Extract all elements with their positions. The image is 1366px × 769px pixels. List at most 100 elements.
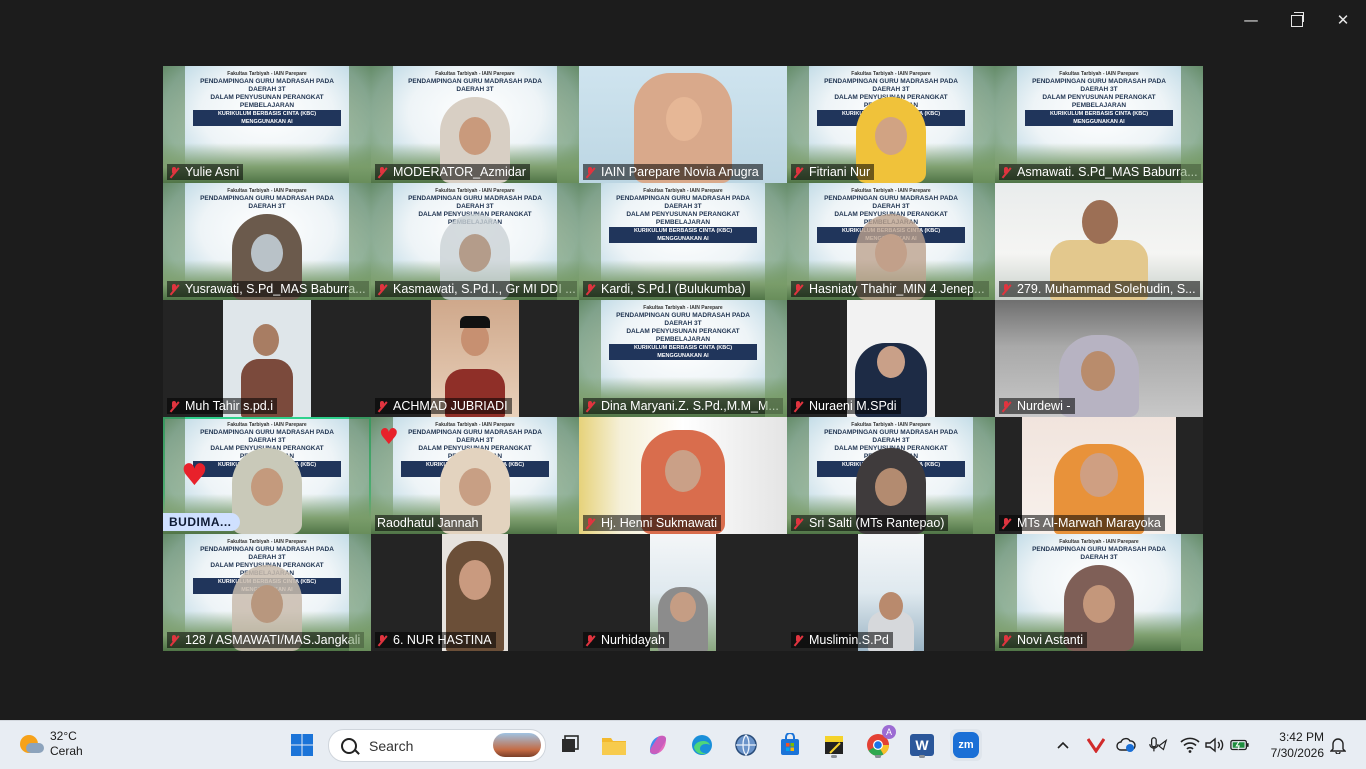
participant-tile[interactable]: ACHMAD JUBRIADI [371,300,579,417]
taskbar-search-box[interactable]: Search [328,729,546,762]
participant-name-label: MTs Al-Marwah Marayoka [999,515,1165,531]
mic-muted-icon [793,400,803,412]
participant-name: Hasniaty Thahir_MIN 4 Jenep... [809,282,985,296]
participant-tile[interactable]: Nurdewi - [995,300,1203,417]
participant-name: MTs Al-Marwah Marayoka [1017,516,1161,530]
participant-tile[interactable]: Nuraeni M.SPdi [787,300,995,417]
speaker-icon [1205,737,1224,753]
banner-line: PENDAMPINGAN GURU MADRASAH PADA DAERAH 3… [616,195,750,210]
participant-name-label: Raodhatul Jannah [375,515,483,531]
participant-tile[interactable]: Fakultas Tarbiyah - IAIN Parepare PENDAM… [995,66,1203,183]
participant-tile[interactable]: Fakultas Tarbiyah - IAIN Parepare PENDAM… [787,183,995,300]
chrome-browser-button[interactable]: A [862,725,896,761]
partly-sunny-icon [18,731,44,757]
file-explorer-button[interactable] [598,729,630,761]
participant-name: Raodhatul Jannah [377,516,479,530]
wifi-tray-button[interactable] [1180,735,1200,755]
banner-line: KURIKULUM BERBASIS CINTA (KBC) MENGGUNAK… [193,110,341,126]
mic-muted-icon [793,166,803,178]
running-indicator-active [958,755,974,758]
participant-tile[interactable]: Fakultas Tarbiyah - IAIN Parepare PENDAM… [371,66,579,183]
participant-tile[interactable]: IAIN Parepare Novia Anugra [579,66,787,183]
participant-tile[interactable]: Muslimin.S.Pd [787,534,995,651]
participant-tile[interactable]: Nurhidayah [579,534,787,651]
restore-button[interactable] [1285,8,1309,32]
banner-line: KURIKULUM BERBASIS CINTA (KBC) MENGGUNAK… [609,344,757,360]
mic-muted-icon [377,166,387,178]
mic-muted-icon [1001,166,1011,178]
participant-name: Novi Astanti [1017,633,1084,647]
participant-tile[interactable]: Fakultas Tarbiyah - IAIN Parepare PENDAM… [579,183,787,300]
word-button[interactable]: W [906,729,938,761]
copilot-button[interactable] [642,729,674,761]
participant-tile[interactable]: Fakultas Tarbiyah - IAIN Parepare PENDAM… [371,183,579,300]
notifications-button[interactable] [1328,735,1348,755]
clock-time: 3:42 PM [1279,730,1324,744]
minimize-button[interactable]: — [1239,8,1263,32]
participant-tile[interactable]: Fakultas Tarbiyah - IAIN Parepare PENDAM… [163,66,371,183]
mic-muted-icon [1001,634,1011,646]
participant-tile[interactable]: Hj. Henni Sukmawati [579,417,787,534]
weather-widget[interactable]: 32°C Cerah [18,729,83,759]
participant-name-label: Novi Astanti [999,632,1088,648]
participant-name: Dina Maryani.Z. S.Pd.,M.M_M... [601,399,779,413]
sticky-notes-icon [825,736,843,754]
meeting-banner: Fakultas Tarbiyah - IAIN Parepare PENDAM… [193,70,341,126]
participant-name-label: 6. NUR HASTINA [375,632,496,648]
mic-muted-icon [585,400,595,412]
participant-tile-active-speaker[interactable]: Fakultas Tarbiyah - IAIN Parepare PENDAM… [163,417,371,534]
participant-tile[interactable]: 279. Muhammad Solehudin, S... [995,183,1203,300]
show-hidden-icons-button[interactable] [1053,735,1073,755]
participant-name-label: 128 / ASMAWATI/MAS.Jangkali [167,632,365,648]
wifi-icon [1180,737,1200,753]
banner-line: Fakultas Tarbiyah - IAIN Parepare [227,71,307,77]
banner-line: Fakultas Tarbiyah - IAIN Parepare [435,188,515,194]
participant-name: Nurhidayah [601,633,665,647]
banner-line: Fakultas Tarbiyah - IAIN Parepare [851,422,931,428]
participant-tile[interactable]: Fakultas Tarbiyah - IAIN Parepare PENDAM… [371,417,579,534]
volume-tray-button[interactable] [1204,735,1224,755]
start-button[interactable] [286,729,318,761]
task-view-button[interactable] [554,729,586,761]
restore-icon [1291,11,1304,27]
participant-name: MODERATOR_Azmidar [393,165,526,179]
cloud-sync-tray-button[interactable] [1116,735,1136,755]
participant-name-label: Muslimin.S.Pd [791,632,893,648]
participant-name-label: Muh Tahir s.pd.i [167,398,278,414]
close-button[interactable]: ✕ [1331,8,1355,32]
windows-taskbar: 32°C Cerah Search A W zm 3:42 PM 7/30/20… [0,720,1366,769]
participant-tile[interactable]: 6. NUR HASTINA [371,534,579,651]
battery-tray-button[interactable] [1230,735,1250,755]
banner-line: Fakultas Tarbiyah - IAIN Parepare [227,539,307,545]
microphone-tray-button[interactable] [1148,735,1168,755]
microsoft-store-button[interactable] [774,729,806,761]
edge-browser-button[interactable] [686,729,718,761]
participant-tile[interactable]: MTs Al-Marwah Marayoka [995,417,1203,534]
meeting-banner: Fakultas Tarbiyah - IAIN Parepare PENDAM… [609,304,757,360]
sticky-notes-button[interactable] [818,729,850,761]
banner-line: Fakultas Tarbiyah - IAIN Parepare [643,305,723,311]
notification-bell-icon [1330,738,1346,754]
participant-tile[interactable]: Fakultas Tarbiyah - IAIN Parepare PENDAM… [787,66,995,183]
world-clock-app-button[interactable] [730,729,762,761]
copilot-icon [650,735,666,755]
meeting-banner: Fakultas Tarbiyah - IAIN Parepare PENDAM… [193,187,341,211]
banner-line: Fakultas Tarbiyah - IAIN Parepare [643,188,723,194]
participant-name-label: Yulie Asni [167,164,244,180]
participant-tile[interactable]: Fakultas Tarbiyah - IAIN Parepare PENDAM… [787,417,995,534]
participant-tile[interactable]: Fakultas Tarbiyah - IAIN Parepare PENDAM… [995,534,1203,651]
system-clock[interactable]: 3:42 PM 7/30/2026 [1262,729,1324,761]
participant-tile[interactable]: Fakultas Tarbiyah - IAIN Parepare PENDAM… [579,300,787,417]
banner-line: Fakultas Tarbiyah - IAIN Parepare [227,422,307,428]
participant-tile[interactable]: Fakultas Tarbiyah - IAIN Parepare PENDAM… [163,183,371,300]
participant-tile[interactable]: Muh Tahir s.pd.i [163,300,371,417]
banner-line: PENDAMPINGAN GURU MADRASAH PADA DAERAH 3… [408,195,542,210]
participant-name-label: Dina Maryani.Z. S.Pd.,M.M_M... [583,398,783,414]
zoom-app-button[interactable]: zm [950,729,982,761]
folder-icon [602,738,626,755]
participant-tile[interactable]: Fakultas Tarbiyah - IAIN Parepare PENDAM… [163,534,371,651]
banner-line: PENDAMPINGAN GURU MADRASAH PADA DAERAH 3… [200,195,334,210]
antivirus-tray-button[interactable] [1086,735,1106,755]
meeting-banner: Fakultas Tarbiyah - IAIN Parepare PENDAM… [401,70,549,94]
banner-line: DALAM PENYUSUNAN PERANGKAT PEMBELAJARAN [1042,94,1156,109]
